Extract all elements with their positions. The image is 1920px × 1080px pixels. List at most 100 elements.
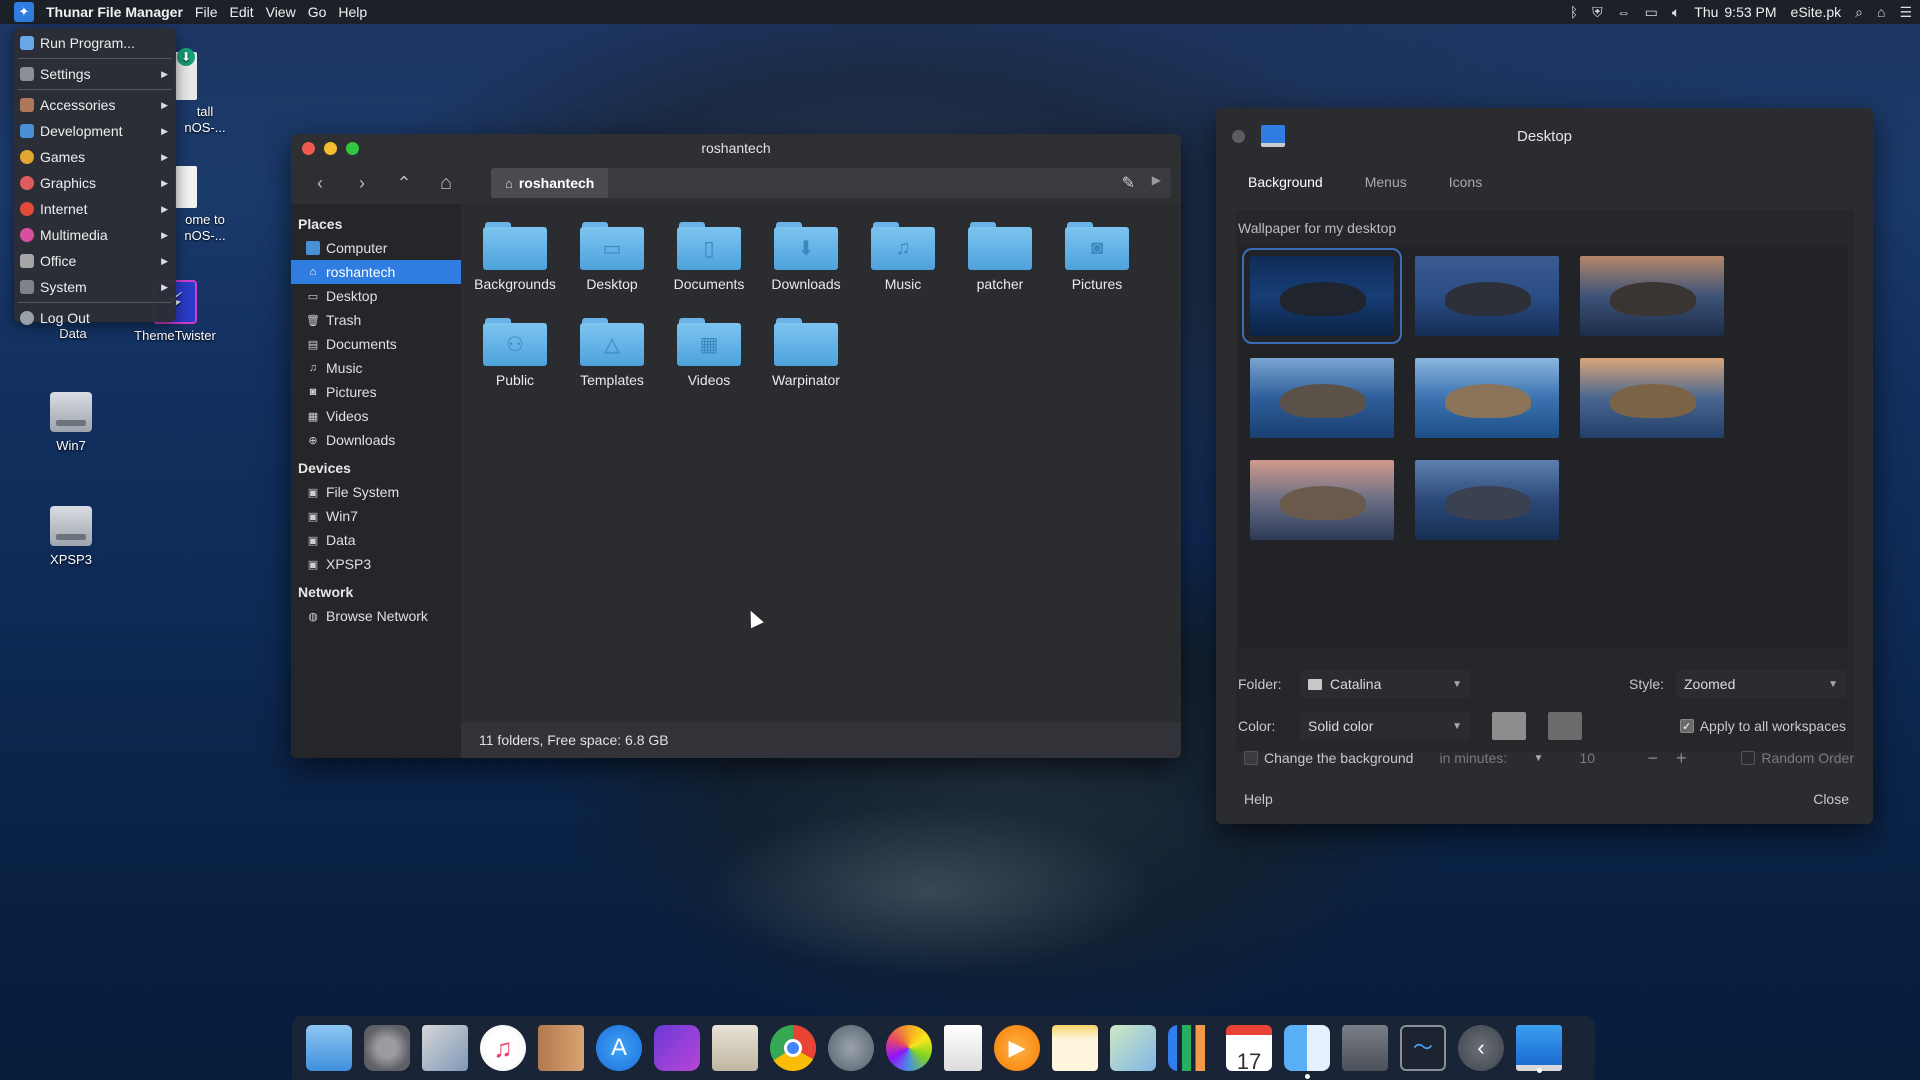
maximize-window-button[interactable]: [346, 141, 359, 155]
wallpaper-thumbnail[interactable]: [1415, 358, 1559, 438]
sidebar-item-pictures[interactable]: ◙ Pictures: [291, 380, 461, 404]
menu-item-settings[interactable]: Settings ▶: [14, 61, 176, 87]
dock-finder-icon[interactable]: [1284, 1025, 1330, 1079]
menu-item-multimedia[interactable]: Multimedia ▶: [14, 222, 176, 248]
thunar-titlebar[interactable]: roshantech: [291, 134, 1181, 162]
home-button[interactable]: ⌂: [429, 168, 463, 198]
interval-input[interactable]: 10: [1571, 744, 1641, 772]
app-menu-logo-icon[interactable]: ✦: [14, 2, 34, 22]
sidebar-item-xpsp3[interactable]: ▣ XPSP3: [291, 552, 461, 576]
network-icon[interactable]: ⇔: [1617, 4, 1631, 20]
folder-templates[interactable]: △ Templates: [564, 318, 660, 388]
breadcrumb-roshantech[interactable]: ⌂ roshantech: [491, 168, 609, 198]
dock-desktop-settings-icon[interactable]: [1516, 1025, 1562, 1073]
menu-item-games[interactable]: Games ▶: [14, 144, 176, 170]
shield-icon[interactable]: ⛨: [1592, 4, 1603, 21]
sidebar-item-data[interactable]: ▣ Data: [291, 528, 461, 552]
bluetooth-icon[interactable]: ᛒ: [1570, 4, 1578, 20]
sidebar-item-desktop[interactable]: ▭ Desktop: [291, 284, 461, 308]
folder-desktop[interactable]: ▭ Desktop: [564, 222, 660, 292]
menu-item-internet[interactable]: Internet ▶: [14, 196, 176, 222]
wallpaper-thumbnail[interactable]: [1415, 460, 1559, 540]
dock-calendar-icon[interactable]: 17: [1226, 1025, 1272, 1074]
wallpaper-thumbnail[interactable]: [1580, 358, 1724, 438]
clock-time[interactable]: 9:53 PM: [1724, 4, 1776, 20]
wallpaper-thumbnail[interactable]: [1580, 256, 1724, 336]
edit-location-icon[interactable]: ✎: [1122, 173, 1135, 193]
desktop-settings-titlebar[interactable]: Desktop: [1216, 108, 1873, 164]
dock-back-icon[interactable]: ‹: [1458, 1025, 1504, 1071]
menu-item-log-out[interactable]: Log Out: [14, 305, 176, 331]
close-button[interactable]: Close: [1813, 791, 1849, 807]
sidebar-item-videos[interactable]: ▦ Videos: [291, 404, 461, 428]
wallpaper-thumbnail[interactable]: [1250, 358, 1394, 438]
folder-combo[interactable]: Catalina ▼: [1300, 670, 1470, 698]
dock-contacts-icon[interactable]: [538, 1025, 584, 1071]
dock-textedit-icon[interactable]: [944, 1025, 982, 1071]
dock-screenshot-icon[interactable]: [1342, 1025, 1388, 1071]
menu-edit[interactable]: Edit: [229, 4, 253, 20]
folder-public[interactable]: ⚇ Public: [467, 318, 563, 388]
dock-system-preferences-icon[interactable]: [364, 1025, 410, 1071]
folder-patcher[interactable]: patcher: [952, 222, 1048, 292]
menu-help[interactable]: Help: [338, 4, 367, 20]
dock-maps-icon[interactable]: [1110, 1025, 1156, 1071]
sidebar-item-downloads[interactable]: ⊕ Downloads: [291, 428, 461, 452]
dock-app-store-icon[interactable]: A: [596, 1025, 642, 1071]
dock-mail-icon[interactable]: [422, 1025, 468, 1071]
menu-item-graphics[interactable]: Graphics ▶: [14, 170, 176, 196]
wallpaper-thumbnail[interactable]: [1250, 460, 1394, 540]
close-window-button[interactable]: [302, 141, 315, 155]
change-bg-checkbox[interactable]: Change the background: [1244, 750, 1413, 766]
tab-icons[interactable]: Icons: [1437, 164, 1494, 200]
up-button[interactable]: ⌃: [387, 168, 421, 198]
dock-files-icon[interactable]: [306, 1025, 352, 1071]
sidebar-item-browse-network[interactable]: ◍ Browse Network: [291, 604, 461, 628]
tab-background[interactable]: Background: [1236, 164, 1335, 200]
notifications-icon[interactable]: ☰: [1899, 4, 1912, 21]
user-icon[interactable]: ⌂: [1877, 4, 1885, 20]
folder-downloads[interactable]: ⬇ Downloads: [758, 222, 854, 292]
sidebar-item-trash[interactable]: 🗑︎ Trash: [291, 308, 461, 332]
dock-video-editor-icon[interactable]: [654, 1025, 700, 1071]
increment-button[interactable]: +: [1676, 748, 1687, 769]
menu-view[interactable]: View: [266, 4, 296, 20]
dock-chrome-icon[interactable]: [770, 1025, 816, 1071]
folder-warpinator[interactable]: Warpinator: [758, 318, 854, 388]
sidebar-item-roshantech[interactable]: ⌂ roshantech: [291, 260, 461, 284]
back-button[interactable]: ‹: [303, 168, 337, 198]
active-app-name[interactable]: Thunar File Manager: [46, 4, 183, 20]
menu-go[interactable]: Go: [308, 4, 327, 20]
sidebar-item-computer[interactable]: Computer: [291, 236, 461, 260]
style-combo[interactable]: Zoomed ▼: [1676, 670, 1846, 698]
clock-day[interactable]: Thu: [1694, 4, 1718, 20]
wallpaper-thumbnail[interactable]: [1415, 256, 1559, 336]
folder-documents[interactable]: ▯ Documents: [661, 222, 757, 292]
interval-unit-combo[interactable]: in minutes: ▼: [1431, 744, 1551, 772]
folder-pictures[interactable]: ◙ Pictures: [1049, 222, 1145, 292]
apply-all-checkbox[interactable]: ✓ Apply to all workspaces: [1679, 718, 1846, 734]
desktop-icon-xpsp3[interactable]: XPSP3: [21, 506, 121, 567]
dock-itunes-icon[interactable]: ♫: [480, 1025, 526, 1071]
secondary-color-swatch[interactable]: [1548, 712, 1582, 740]
primary-color-swatch[interactable]: [1492, 712, 1526, 740]
menu-item-system[interactable]: System ▶: [14, 274, 176, 300]
file-view[interactable]: Backgrounds ▭ Desktop ▯ Documents ⬇ Downloa…: [461, 204, 1181, 722]
dock-charts-icon[interactable]: [1168, 1025, 1214, 1071]
minimize-window-button[interactable]: [324, 141, 337, 155]
decrement-button[interactable]: −: [1647, 748, 1658, 769]
folder-videos[interactable]: ▦ Videos: [661, 318, 757, 388]
forward-button[interactable]: ›: [345, 168, 379, 198]
dock-calculator-icon[interactable]: [712, 1025, 758, 1071]
menu-item-accessories[interactable]: Accessories ▶: [14, 92, 176, 118]
volume-icon[interactable]: 🔈︎: [1672, 4, 1680, 21]
dock-media-player-icon[interactable]: ▶: [994, 1025, 1040, 1071]
dock-photos-icon[interactable]: [886, 1025, 932, 1071]
menu-item-office[interactable]: Office ▶: [14, 248, 176, 274]
tab-menus[interactable]: Menus: [1353, 164, 1419, 200]
random-order-checkbox[interactable]: Random Order: [1741, 750, 1854, 766]
menu-item-run-program[interactable]: Run Program...: [14, 30, 176, 56]
wallpaper-thumbnail[interactable]: [1242, 248, 1402, 344]
color-combo[interactable]: Solid color ▼: [1300, 712, 1470, 740]
sidebar-item-documents[interactable]: ▤ Documents: [291, 332, 461, 356]
